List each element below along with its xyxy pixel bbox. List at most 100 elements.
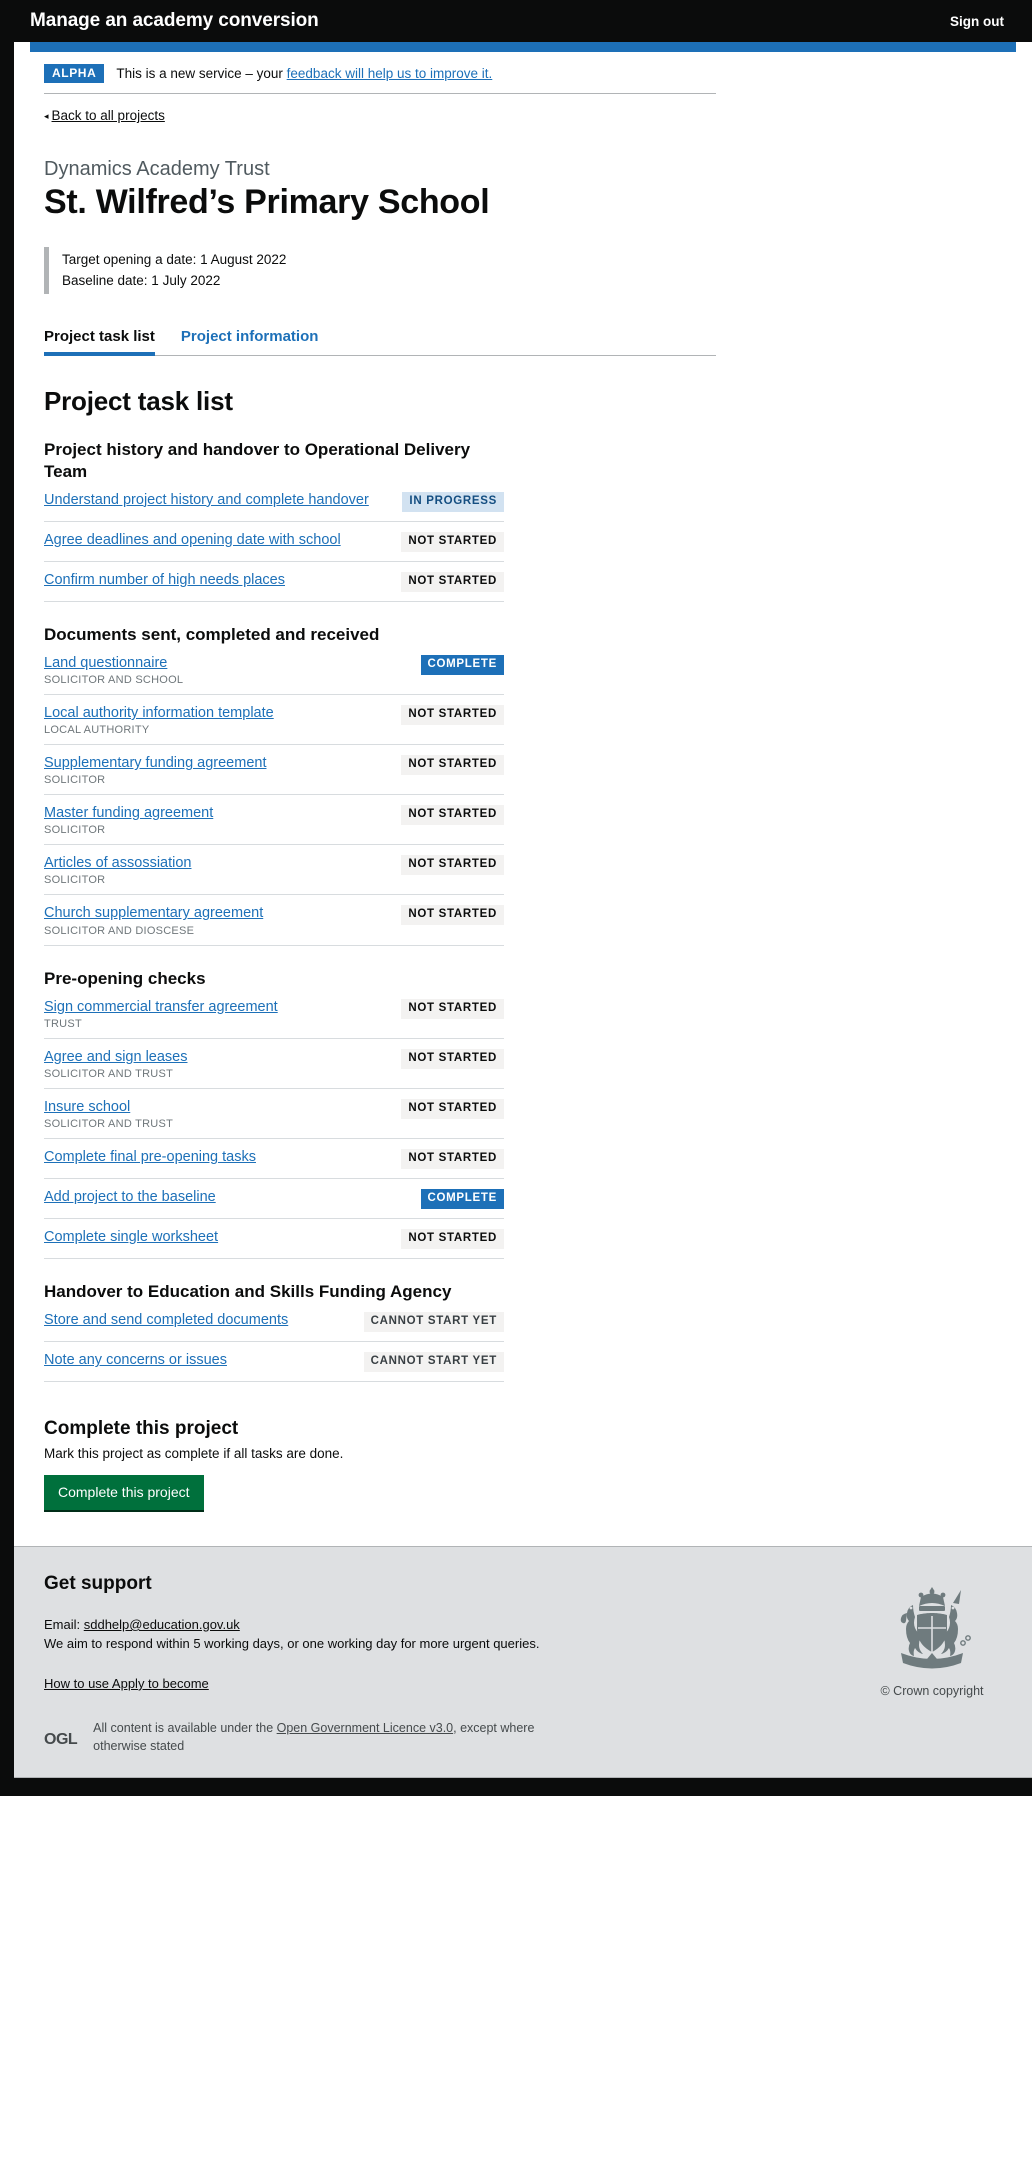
- task-row: Store and send completed documents CANNOT…: [44, 1305, 504, 1343]
- task-status-badge: CANNOT START YET: [363, 1352, 504, 1372]
- task-status-badge: NOT STARTED: [401, 1048, 504, 1069]
- task-status-badge: NOT STARTED: [401, 755, 504, 775]
- task-list: Understand project history and complete …: [44, 485, 504, 602]
- task-status-badge: NOT STARTED: [401, 531, 504, 552]
- back-link-label: Back to all projects: [51, 108, 165, 124]
- task-link[interactable]: Confirm number of high needs places: [44, 571, 285, 589]
- task-row-left: Store and send completed documents: [44, 1311, 300, 1329]
- licence-text: All content is available under the Open …: [93, 1719, 563, 1755]
- task-list: Sign commercial transfer agreement TRUST N…: [44, 992, 504, 1260]
- task-status-badge: NOT STARTED: [401, 805, 504, 826]
- task-row: Agree deadlines and opening date with sc…: [44, 522, 504, 562]
- task-row-left: Agree and sign leases SOLICITOR AND TRUST: [44, 1048, 200, 1080]
- task-responsible-party: SOLICITOR AND TRUST: [44, 1118, 174, 1131]
- task-responsible-party: LOCAL AUTHORITY: [44, 724, 150, 737]
- task-status-badge: CANNOT START YET: [363, 1312, 504, 1332]
- task-section-heading: Pre-opening checks: [44, 968, 206, 988]
- task-status-badge: NOT STARTED: [401, 1229, 504, 1249]
- support-response-time: We aim to respond within 5 working days,…: [44, 1636, 540, 1652]
- page-footer: © Crown copyright Get support Email: sdd…: [14, 1545, 1032, 1779]
- licence-prefix: All content is available under the: [93, 1720, 277, 1735]
- task-row-left: Supplementary funding agreement SOLICITOR: [44, 754, 278, 786]
- baseline-date: Baseline date: 1 July 2022: [62, 273, 221, 289]
- content-column: ALPHA This is a new service – your feedb…: [14, 42, 1032, 1779]
- back-arrow-icon: ◂: [44, 111, 49, 122]
- school-name-title: St. Wilfred’s Primary School: [44, 183, 490, 222]
- task-link[interactable]: Church supplementary agreement: [44, 904, 263, 922]
- tab-navigation: Project task list Project information: [44, 328, 716, 356]
- task-link[interactable]: Understand project history and complete …: [44, 491, 369, 509]
- task-row-left: Land questionnaire SOLICITOR AND SCHOOL: [44, 654, 195, 686]
- back-to-all-projects-link[interactable]: ◂ Back to all projects: [44, 108, 165, 123]
- task-link[interactable]: Sign commercial transfer agreement: [44, 998, 278, 1016]
- task-row-left: Confirm number of high needs places: [44, 571, 297, 589]
- task-responsible-party: SOLICITOR: [44, 874, 106, 887]
- complete-this-project-button[interactable]: Complete this project: [44, 1475, 204, 1512]
- trust-name-caption: Dynamics Academy Trust: [44, 158, 270, 181]
- tab-project-information[interactable]: Project information: [181, 328, 319, 355]
- task-row: Master funding agreement SOLICITOR NOT STA…: [44, 795, 504, 846]
- royal-coat-of-arms-icon: [900, 1586, 971, 1669]
- task-link[interactable]: Agree and sign leases: [44, 1048, 188, 1066]
- service-header: Manage an academy conversion Sign out: [0, 0, 1032, 42]
- task-row-left: Complete single worksheet: [44, 1228, 230, 1246]
- complete-project-heading: Complete this project: [44, 1418, 239, 1440]
- email-label: Email:: [44, 1616, 84, 1632]
- task-list: Store and send completed documents CANNOT…: [44, 1305, 504, 1383]
- task-row: Articles of assossiation SOLICITOR NOT STA…: [44, 845, 504, 896]
- tab-project-task-list[interactable]: Project task list: [44, 328, 155, 356]
- task-link[interactable]: Articles of assossiation: [44, 854, 191, 872]
- phase-banner-prefix: This is a new service – your: [116, 66, 287, 82]
- task-row-left: Articles of assossiation SOLICITOR: [44, 854, 203, 886]
- task-status-badge: COMPLETE: [420, 1189, 504, 1209]
- task-row-left: Church supplementary agreement SOLICITOR …: [44, 904, 275, 936]
- task-link[interactable]: Note any concerns or issues: [44, 1351, 227, 1369]
- task-row: Complete final pre-opening tasks NOT STAR…: [44, 1139, 504, 1180]
- task-status-badge: IN PROGRESS: [402, 491, 504, 512]
- task-responsible-party: SOLICITOR AND TRUST: [44, 1067, 174, 1080]
- task-responsible-party: SOLICITOR AND SCHOOL: [44, 673, 184, 686]
- task-link[interactable]: Agree deadlines and opening date with sc…: [44, 531, 341, 549]
- left-black-rail: [0, 42, 14, 1779]
- task-responsible-party: SOLICITOR: [44, 774, 106, 787]
- task-link[interactable]: Local authority information template: [44, 704, 274, 722]
- task-status-badge: NOT STARTED: [401, 998, 504, 1019]
- task-responsible-party: SOLICITOR AND DIOSCESE: [44, 924, 195, 937]
- crown-copyright-caption: © Crown copyright: [880, 1683, 984, 1698]
- task-link[interactable]: Land questionnaire: [44, 654, 183, 672]
- how-to-use-link[interactable]: How to use Apply to become: [44, 1676, 209, 1691]
- task-row: Agree and sign leases SOLICITOR AND TRUST…: [44, 1039, 504, 1089]
- task-status-badge: NOT STARTED: [401, 855, 504, 876]
- task-section: Handover to Education and Skills Funding…: [44, 1281, 716, 1383]
- task-sections-host: Project history and handover to Operatio…: [44, 439, 716, 1383]
- task-row: Add project to the baseline COMPLETE: [44, 1179, 504, 1220]
- task-link[interactable]: Complete single worksheet: [44, 1228, 218, 1246]
- open-government-licence-link[interactable]: Open Government Licence v3.0: [277, 1721, 454, 1735]
- task-link[interactable]: Insure school: [44, 1098, 173, 1116]
- get-support-heading: Get support: [44, 1572, 152, 1594]
- support-email-line: Email: sddhelp@education.gov.uk: [44, 1615, 1002, 1635]
- page-title: Project task list: [44, 385, 233, 416]
- task-link[interactable]: Master funding agreement: [44, 804, 213, 822]
- task-row-left: Master funding agreement SOLICITOR: [44, 804, 225, 836]
- task-link[interactable]: Add project to the baseline: [44, 1188, 216, 1206]
- sign-out-link[interactable]: Sign out: [950, 14, 1004, 29]
- task-section-heading: Handover to Education and Skills Funding…: [44, 1282, 452, 1302]
- feedback-link[interactable]: feedback will help us to improve it.: [287, 66, 493, 81]
- task-row-left: Agree deadlines and opening date with sc…: [44, 531, 353, 549]
- task-link[interactable]: Store and send completed documents: [44, 1311, 288, 1329]
- phase-banner: ALPHA This is a new service – your feedb…: [44, 52, 716, 95]
- task-row: Local authority information template LOCA…: [44, 695, 504, 746]
- task-link[interactable]: Supplementary funding agreement: [44, 754, 266, 772]
- task-section: Documents sent, completed and received La…: [44, 624, 716, 946]
- task-row-left: Complete final pre-opening tasks: [44, 1148, 268, 1166]
- task-status-badge: COMPLETE: [420, 654, 504, 675]
- task-responsible-party: TRUST: [44, 1017, 82, 1030]
- task-row: Confirm number of high needs places NOT S…: [44, 562, 504, 602]
- support-email-link[interactable]: sddhelp@education.gov.uk: [84, 1617, 240, 1632]
- task-link[interactable]: Complete final pre-opening tasks: [44, 1148, 256, 1166]
- alpha-tag: ALPHA: [44, 64, 105, 84]
- task-row-left: Insure school SOLICITOR AND TRUST: [44, 1098, 185, 1130]
- licence-row: OGL All content is available under the O…: [44, 1719, 1002, 1777]
